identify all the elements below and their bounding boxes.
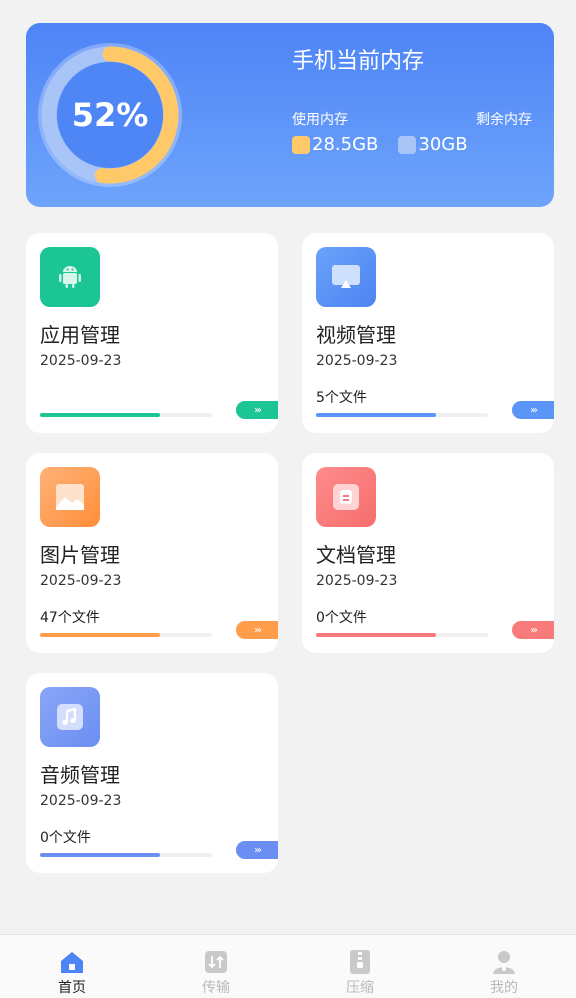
image-manager-card[interactable]: 图片管理 2025-09-23 47个文件 ››› — [26, 453, 278, 653]
card-progress-track — [40, 413, 212, 417]
compress-icon — [350, 950, 370, 974]
card-progress-fill — [316, 633, 437, 637]
open-arrow-button[interactable]: ››› — [236, 621, 278, 639]
card-title: 音频管理 — [40, 763, 120, 787]
card-progress-fill — [40, 853, 161, 857]
nav-label: 我的 — [490, 980, 518, 996]
storage-title: 手机当前内存 — [292, 49, 425, 74]
storage-summary-card[interactable]: 52% 手机当前内存 使用内存 剩余内存 28.5GB 30GB — [26, 23, 554, 207]
card-progress-track — [316, 413, 488, 417]
nav-item-profile[interactable]: 我的 — [432, 935, 576, 998]
profile-icon — [493, 951, 515, 974]
open-arrow-button[interactable]: ››› — [236, 841, 278, 859]
image-icon — [40, 467, 100, 527]
card-title: 文档管理 — [316, 543, 396, 567]
card-file-count: 5个文件 — [316, 390, 367, 406]
nav-label: 压缩 — [346, 980, 374, 996]
card-date: 2025-09-23 — [316, 353, 398, 369]
storage-percent: 52% — [71, 96, 149, 134]
app-manager-card[interactable]: 应用管理 2025-09-23 ››› — [26, 233, 278, 433]
storage-legend: 28.5GB 30GB — [292, 134, 468, 155]
card-date: 2025-09-23 — [40, 353, 122, 369]
free-memory-label: 剩余内存 — [476, 112, 532, 128]
transfer-icon — [205, 951, 227, 973]
storage-ring: 52% — [36, 41, 184, 189]
card-title: 视频管理 — [316, 323, 396, 347]
used-memory-label: 使用内存 — [292, 112, 348, 128]
used-memory-value: 28.5GB — [312, 134, 379, 155]
music-icon — [40, 687, 100, 747]
open-arrow-button[interactable]: ››› — [512, 401, 554, 419]
free-swatch — [398, 135, 417, 154]
card-date: 2025-09-23 — [40, 573, 122, 589]
nav-label: 首页 — [58, 980, 86, 996]
card-progress-fill — [40, 633, 161, 637]
card-progress-track — [40, 853, 212, 857]
open-arrow-button[interactable]: ››› — [236, 401, 278, 419]
card-file-count: 0个文件 — [316, 610, 367, 626]
card-file-count: 0个文件 — [40, 830, 91, 846]
free-memory-value: 30GB — [418, 134, 468, 155]
home-page: 52% 手机当前内存 使用内存 剩余内存 28.5GB 30GB 应用管理 20… — [0, 0, 576, 998]
card-file-count: 47个文件 — [40, 610, 100, 626]
nav-item-transfer[interactable]: 传输 — [144, 935, 288, 998]
audio-manager-card[interactable]: 音频管理 2025-09-23 0个文件 ››› — [26, 673, 278, 873]
video-icon — [316, 247, 376, 307]
card-title: 图片管理 — [40, 543, 120, 567]
card-progress-fill — [316, 413, 437, 417]
used-swatch — [292, 135, 310, 154]
card-date: 2025-09-23 — [40, 793, 122, 809]
bottom-nav: 首页 传输 压缩 我的 — [0, 934, 576, 998]
open-arrow-button[interactable]: ››› — [512, 621, 554, 639]
nav-item-home[interactable]: 首页 — [0, 935, 144, 998]
card-progress-track — [40, 633, 212, 637]
nav-item-compress[interactable]: 压缩 — [288, 935, 432, 998]
document-icon — [316, 467, 376, 527]
android-icon — [40, 247, 100, 307]
card-progress-track — [316, 633, 488, 637]
home-icon — [61, 952, 83, 973]
document-manager-card[interactable]: 文档管理 2025-09-23 0个文件 ››› — [302, 453, 554, 653]
card-date: 2025-09-23 — [316, 573, 398, 589]
card-progress-fill — [40, 413, 161, 417]
video-manager-card[interactable]: 视频管理 2025-09-23 5个文件 ››› — [302, 233, 554, 433]
card-title: 应用管理 — [40, 323, 120, 347]
nav-label: 传输 — [202, 980, 230, 996]
